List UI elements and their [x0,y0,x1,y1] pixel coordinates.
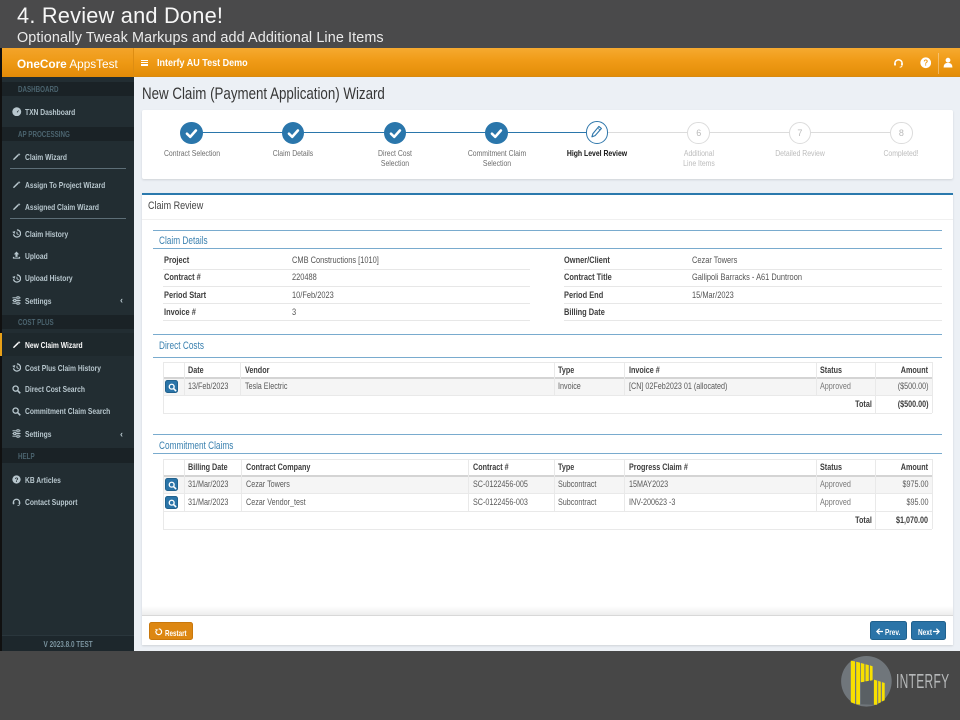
svg-text:?: ? [15,477,19,484]
svg-text:?: ? [923,58,928,67]
